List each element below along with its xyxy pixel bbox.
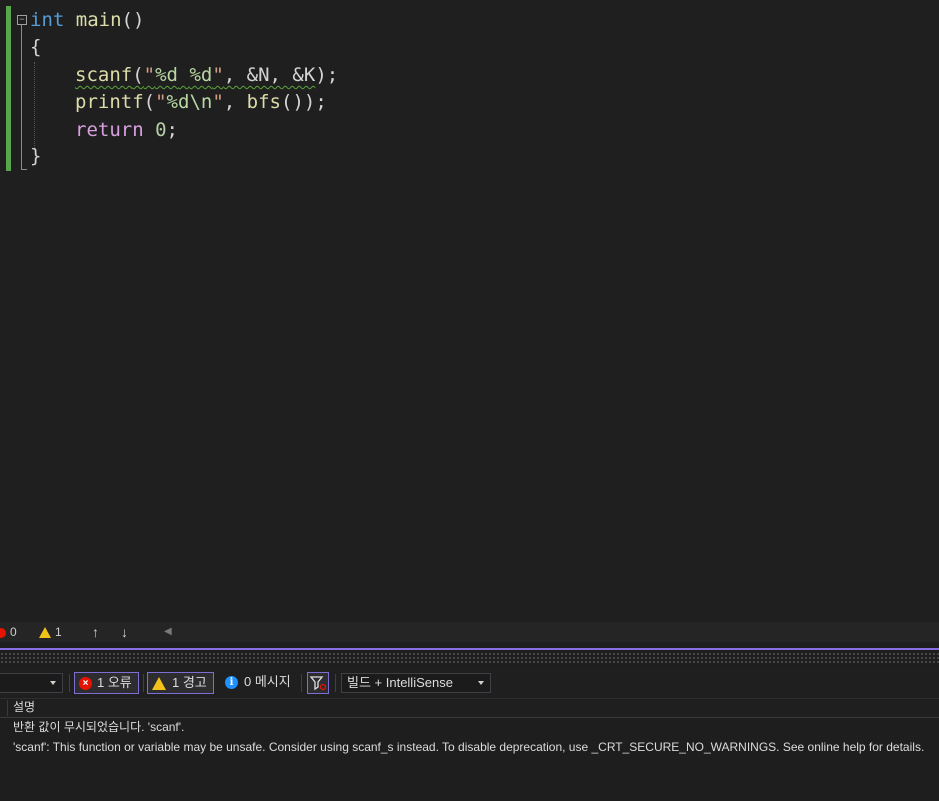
warnings-label: 1 경고 [172,675,207,690]
toolbar-divider [335,674,336,692]
next-issue-icon[interactable]: ↓ [121,622,128,642]
warning-count: 1 [55,625,62,639]
errors-label: 1 오류 [97,675,132,690]
column-header-description[interactable]: 설명 [13,699,35,716]
code-editor[interactable]: − int main() { scanf("%d %d", &N, &K); p… [0,0,939,622]
token: ; [166,119,178,141]
errors-filter-toggle[interactable]: × 1 오류 [74,672,139,694]
warning-count-indicator[interactable]: 1 [39,622,62,642]
token: " [155,91,167,113]
keyword-return: return [75,119,144,141]
code-line-5[interactable]: return 0; [75,117,178,144]
editor-status-strip: 0 1 ↑ ↓ ◀ [0,622,939,642]
format-spec: %d [189,64,213,86]
code-line-3[interactable]: scanf("%d %d", &N, &K); [75,62,338,89]
fold-guide [21,25,22,170]
row-description: 'scanf': This function or variable may b… [13,740,925,754]
call-bfs: bfs [246,91,281,113]
token: , [223,91,247,113]
error-icon: × [79,677,92,691]
token: ); [315,64,339,86]
filter-icon[interactable] [307,672,329,694]
scope-dropdown[interactable] [0,673,63,693]
error-count: 0 [10,625,17,639]
row-description: 반환 값이 무시되었습니다. 'scanf'. [13,720,185,734]
escape-seq: \n [189,91,213,113]
error-list-toolbar: × 1 오류 1 경고 i 0 메시지 빌드 + IntelliSense [0,668,939,698]
call-scanf: scanf [75,64,133,86]
warning-squiggle[interactable]: scanf("%d %d", &N, &K [75,64,315,86]
collapse-icon[interactable]: − [17,15,27,25]
token: ( [143,91,156,113]
error-list-row[interactable]: 반환 값이 무시되었습니다. 'scanf'. [13,717,184,737]
function-name: main [75,9,122,31]
code-line-2[interactable]: { [30,34,41,61]
warning-icon [152,677,166,691]
info-icon: i [225,676,238,690]
change-tracking-bar [6,6,11,171]
token: " [143,64,156,86]
format-spec: %d [166,91,190,113]
scroll-left-icon[interactable]: ◀ [164,622,172,642]
close-brace: } [30,145,42,167]
fold-guide-end [21,169,27,170]
keyword-int: int [30,9,65,31]
source-filter-dropdown[interactable]: 빌드 + IntelliSense [341,673,491,693]
code-line-1[interactable]: int main() [30,7,144,34]
column-divider[interactable] [7,700,8,716]
messages-label: 0 메시지 [244,674,291,689]
messages-filter-toggle[interactable]: i 0 메시지 [221,672,297,694]
token: ()); [281,91,327,113]
number-literal: 0 [155,119,167,141]
error-icon [0,627,6,638]
code-line-6[interactable]: } [30,143,41,170]
format-spec: %d [155,64,178,86]
source-filter-value: 빌드 + IntelliSense [347,675,453,690]
args: , &N, &K [223,64,316,86]
panel-accent-line [0,648,939,650]
token: ( [132,64,144,86]
warnings-filter-toggle[interactable]: 1 경고 [147,672,214,694]
toolbar-divider [69,674,70,692]
token: " [212,91,224,113]
panel-grip[interactable] [0,652,939,664]
token: " [212,64,224,86]
error-list-header: 설명 [0,698,939,718]
open-brace: { [30,36,42,58]
previous-issue-icon[interactable]: ↑ [92,622,99,642]
toolbar-divider [143,674,144,692]
call-printf: printf [75,91,144,113]
indent-guide [34,62,35,150]
code-line-4[interactable]: printf("%d\n", bfs()); [75,89,327,116]
chevron-down-icon [478,681,484,685]
error-count-indicator[interactable]: 0 [0,622,17,642]
parens: () [121,9,145,31]
chevron-down-icon [50,681,56,685]
toolbar-divider [301,674,302,692]
error-list-row[interactable]: 'scanf': This function or variable may b… [13,737,924,757]
warning-icon [39,627,51,639]
